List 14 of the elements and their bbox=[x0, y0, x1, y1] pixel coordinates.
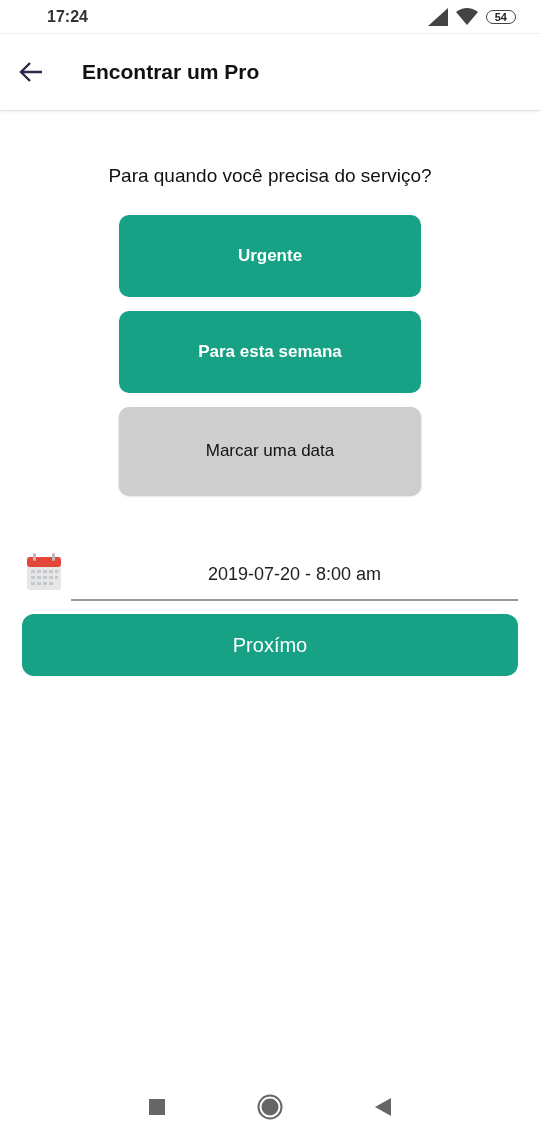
next-button[interactable]: Proxímo bbox=[22, 614, 518, 676]
status-time: 17:24 bbox=[47, 7, 88, 26]
option-button[interactable]: Urgente bbox=[119, 215, 421, 297]
option-button[interactable]: Marcar uma data bbox=[119, 407, 421, 495]
home-icon[interactable] bbox=[257, 1094, 283, 1120]
signal-icon bbox=[427, 7, 448, 26]
date-field[interactable]: 2019-07-20 - 8:00 am bbox=[71, 554, 518, 601]
screen-title: Encontrar um Pro bbox=[82, 60, 260, 84]
question-text: Para quando você precisa do serviço? bbox=[107, 165, 433, 187]
wifi-icon bbox=[455, 8, 478, 25]
back-icon[interactable] bbox=[375, 1098, 391, 1116]
calendar-icon bbox=[26, 553, 62, 591]
option-button[interactable]: Para esta semana bbox=[119, 311, 421, 393]
back-arrow-icon[interactable] bbox=[19, 61, 43, 83]
